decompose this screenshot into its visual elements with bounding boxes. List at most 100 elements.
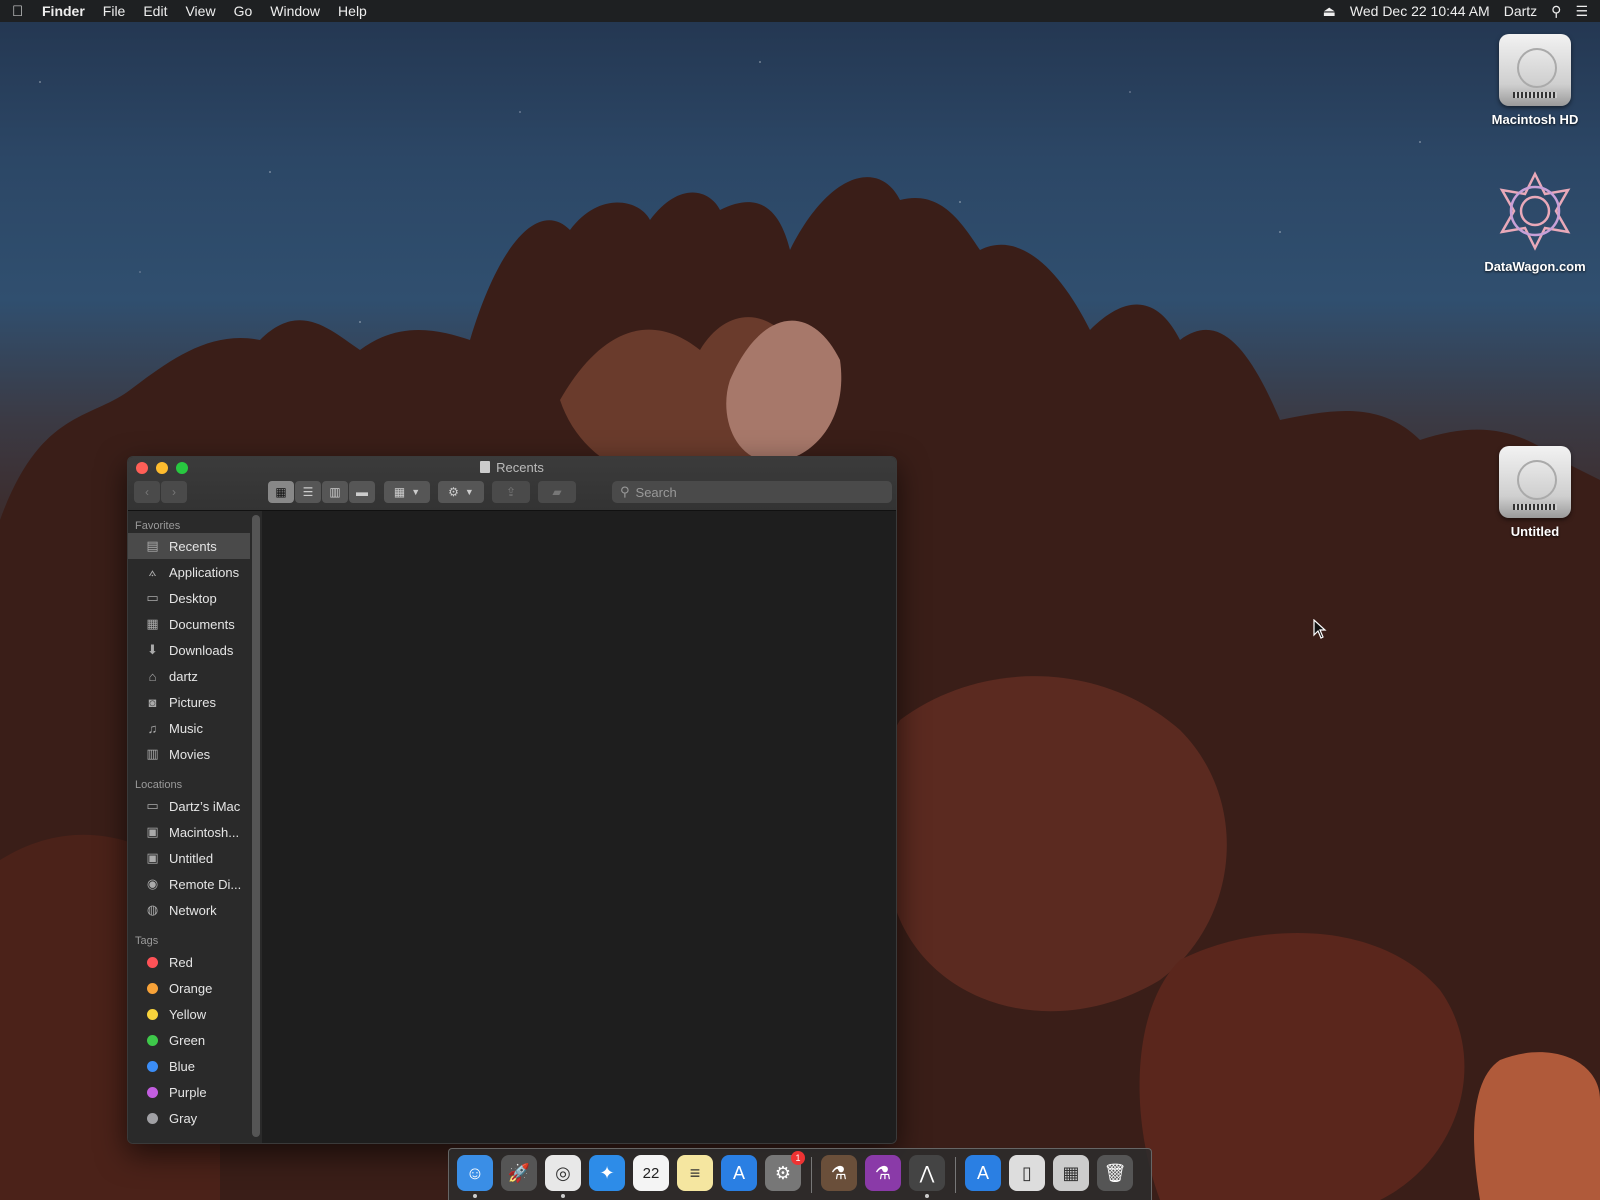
utility-icon[interactable]: ⋀ bbox=[909, 1155, 945, 1191]
documents-icon: ▦ bbox=[146, 616, 159, 631]
menu-file[interactable]: File bbox=[103, 3, 126, 19]
sidebar-item-music[interactable]: ♫ Music bbox=[128, 715, 250, 741]
potion-icon[interactable]: ⚗ bbox=[865, 1155, 901, 1191]
group-by-button[interactable]: ▦ ▼ bbox=[384, 481, 430, 503]
movies-icon: ▥ bbox=[146, 746, 159, 761]
dock-separator bbox=[811, 1157, 812, 1193]
desktop-icon-untitled[interactable]: Untitled bbox=[1475, 446, 1595, 539]
menubar-user[interactable]: Dartz bbox=[1504, 3, 1537, 19]
share-icon: ⇪ bbox=[505, 485, 517, 499]
safari-icon[interactable]: ✦ bbox=[589, 1155, 625, 1191]
sidebar-item-pictures[interactable]: ◙ Pictures bbox=[128, 689, 250, 715]
search-field[interactable]: ⚲ bbox=[612, 481, 892, 503]
dock-glyph: ⚙ bbox=[774, 1162, 792, 1183]
system-preferences-icon[interactable]: ⚙ 1 bbox=[765, 1151, 805, 1191]
trash-icon[interactable]: 🗑 bbox=[1097, 1155, 1133, 1191]
action-button[interactable]: ⚙ ▼ bbox=[438, 481, 484, 503]
menu-edit[interactable]: Edit bbox=[143, 3, 167, 19]
running-indicator bbox=[925, 1194, 929, 1198]
sidebar-item-dartz-s-imac[interactable]: ▭ Dartz’s iMac bbox=[128, 793, 250, 819]
sidebar-item-dartz[interactable]: ⌂ dartz bbox=[128, 663, 250, 689]
notes-icon[interactable]: ≡ bbox=[677, 1155, 713, 1191]
window-titlebar[interactable]: Recents ‹ › ▦ ☰ ▥ ▬ ▦ ▼ ⚙ ▼ ⇪ ▰ ⚲ bbox=[128, 457, 896, 511]
sidebar-tag-yellow[interactable]: Yellow bbox=[128, 1001, 250, 1027]
search-input[interactable] bbox=[635, 484, 876, 500]
window-title-text: Recents bbox=[496, 460, 544, 475]
desktop-icon-label: DataWagon.com bbox=[1484, 259, 1586, 274]
dock-glyph: 🚀 bbox=[507, 1162, 531, 1183]
sidebar-item-remote-di[interactable]: ◉ Remote Di... bbox=[128, 871, 250, 897]
finder-icon[interactable]: ☺ bbox=[457, 1155, 493, 1191]
sidebar-item-applications[interactable]: ⟑ Applications bbox=[128, 559, 250, 585]
dock-glyph: A bbox=[976, 1162, 989, 1183]
forward-button[interactable]: › bbox=[161, 481, 187, 503]
menu-go[interactable]: Go bbox=[234, 3, 253, 19]
gallery-icon: ▬ bbox=[356, 485, 368, 499]
document-icon[interactable]: ▯ bbox=[1009, 1155, 1045, 1191]
sidebar-tag-purple[interactable]: Purple bbox=[128, 1079, 250, 1105]
dock-separator bbox=[955, 1157, 956, 1193]
calendar-icon[interactable]: 22 bbox=[633, 1155, 669, 1191]
sidebar-item-untitled[interactable]: ▣ Untitled bbox=[128, 845, 250, 871]
sidebar-item-documents[interactable]: ▦ Documents bbox=[128, 611, 250, 637]
gear-icon: ⚙ bbox=[448, 485, 459, 499]
menu-window[interactable]: Window bbox=[270, 3, 320, 19]
sidebar-tag-blue[interactable]: Blue bbox=[128, 1053, 250, 1079]
app-store-icon[interactable]: A bbox=[721, 1155, 757, 1191]
preview-icon[interactable]: ▦ bbox=[1053, 1155, 1089, 1191]
grid-icon: ▦ bbox=[393, 485, 406, 499]
dock-glyph: ⋀ bbox=[919, 1162, 935, 1183]
menu-help[interactable]: Help bbox=[338, 3, 367, 19]
dock-glyph: ≡ bbox=[689, 1162, 701, 1183]
list-icon: ☰ bbox=[302, 485, 314, 499]
tags-button[interactable]: ▰ bbox=[538, 481, 576, 503]
menu-bar:  Finder File Edit View Go Window Help ⏏… bbox=[0, 0, 1600, 22]
gallery-view-button[interactable]: ▬ bbox=[349, 481, 375, 503]
dock: ☺ 🚀 ◎ ✦ 22 ≡ A ⚙ 1 ⚗ ⚗ ⋀ A ▯ ▦ 🗑 bbox=[448, 1148, 1152, 1200]
dock-glyph: 22 bbox=[642, 1164, 660, 1182]
menu-app-name[interactable]: Finder bbox=[42, 3, 85, 19]
notification-center-icon[interactable]: ☰ bbox=[1575, 3, 1588, 20]
chevron-down-icon: ▼ bbox=[464, 487, 474, 497]
grid-icon: ▦ bbox=[275, 485, 287, 499]
sidebar-section-favorites: Favorites bbox=[135, 520, 181, 532]
sidebar: Favorites ▤ Recents ⟑ Applications ▭ Desktop ▦… bbox=[128, 511, 250, 1143]
back-button[interactable]: ‹ bbox=[134, 481, 160, 503]
sidebar-item-label: Untitled bbox=[169, 850, 214, 866]
share-button[interactable]: ⇪ bbox=[492, 481, 530, 503]
sidebar-item-recents[interactable]: ▤ Recents bbox=[128, 533, 250, 559]
desktop-icon-datawagon[interactable]: DataWagon.com bbox=[1475, 170, 1595, 274]
spotlight-search-icon[interactable]: ⚲ bbox=[1551, 3, 1561, 20]
toolbar: ‹ › ▦ ☰ ▥ ▬ ▦ ▼ ⚙ ▼ ⇪ ▰ ⚲ bbox=[134, 481, 892, 505]
icon-view-button[interactable]: ▦ bbox=[268, 481, 294, 503]
sidebar-item-network[interactable]: ◍ Network bbox=[128, 897, 250, 923]
hard-drive-icon: ▣ bbox=[146, 824, 159, 839]
column-view-button[interactable]: ▥ bbox=[322, 481, 348, 503]
sidebar-tag-red[interactable]: Red bbox=[128, 949, 250, 975]
app-store-folder-icon[interactable]: A bbox=[965, 1155, 1001, 1191]
file-browser-content[interactable] bbox=[262, 511, 896, 1143]
sidebar-item-movies[interactable]: ▥ Movies bbox=[128, 741, 250, 767]
bottle-icon[interactable]: ⚗ bbox=[821, 1155, 857, 1191]
dock-glyph: ✦ bbox=[599, 1162, 615, 1183]
desktop-icon-label: Untitled bbox=[1510, 524, 1560, 539]
sidebar-scrollbar[interactable] bbox=[252, 515, 260, 1137]
eject-icon[interactable]: ⏏ bbox=[1323, 3, 1336, 20]
desktop-icon-macintosh-hd[interactable]: Macintosh HD bbox=[1475, 34, 1595, 127]
sidebar-tag-green[interactable]: Green bbox=[128, 1027, 250, 1053]
list-view-button[interactable]: ☰ bbox=[295, 481, 321, 503]
sidebar-tag-orange[interactable]: Orange bbox=[128, 975, 250, 1001]
sidebar-item-label: Desktop bbox=[169, 590, 217, 606]
chevron-left-icon: ‹ bbox=[145, 485, 149, 499]
sidebar-item-desktop[interactable]: ▭ Desktop bbox=[128, 585, 250, 611]
menubar-clock[interactable]: Wed Dec 22 10:44 AM bbox=[1350, 3, 1490, 19]
apple-menu-icon[interactable]:  bbox=[12, 3, 42, 20]
chrome-icon[interactable]: ◎ bbox=[545, 1155, 581, 1191]
dock-glyph: ⚗ bbox=[830, 1162, 848, 1183]
menu-view[interactable]: View bbox=[185, 3, 215, 19]
sidebar-item-macintosh[interactable]: ▣ Macintosh... bbox=[128, 819, 250, 845]
sidebar-item-downloads[interactable]: ⬇ Downloads bbox=[128, 637, 250, 663]
applications-icon: ⟑ bbox=[148, 564, 157, 579]
launchpad-icon[interactable]: 🚀 bbox=[501, 1155, 537, 1191]
sidebar-tag-gray[interactable]: Gray bbox=[128, 1105, 250, 1131]
